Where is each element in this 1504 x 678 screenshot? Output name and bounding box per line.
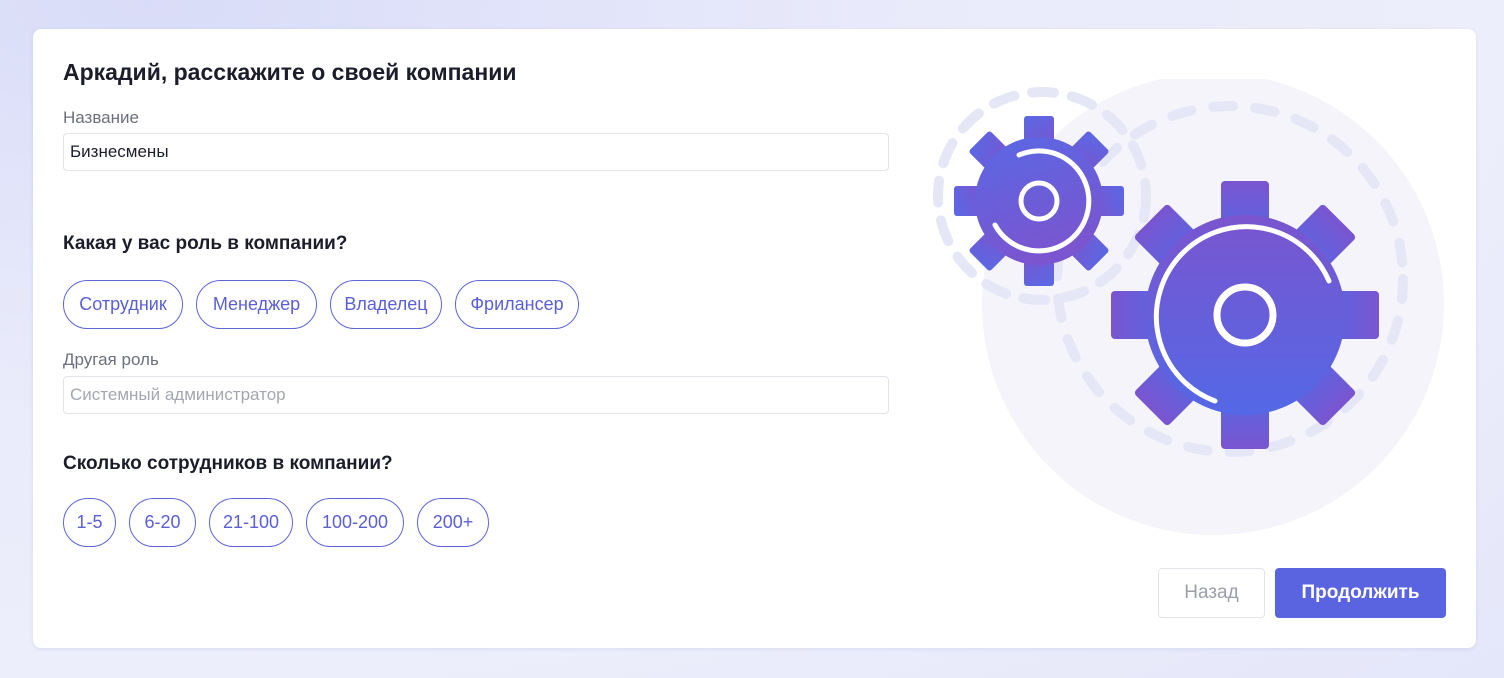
company-size-chip-group: 1-5 6-20 21-100 100-200 200+ xyxy=(63,498,489,547)
other-role-label: Другая роль xyxy=(63,350,159,369)
company-info-card: Аркадий, расскажите о своей компании Наз… xyxy=(33,29,1476,648)
size-chip-200-plus[interactable]: 200+ xyxy=(417,498,489,547)
role-heading: Какая у вас роль в компании? xyxy=(63,233,348,254)
size-chip-1-5[interactable]: 1-5 xyxy=(63,498,116,547)
continue-button[interactable]: Продолжить xyxy=(1275,568,1446,618)
company-size-heading: Сколько сотрудников в компании? xyxy=(63,453,393,474)
company-name-label: Название xyxy=(63,108,139,127)
size-chip-6-20[interactable]: 6-20 xyxy=(129,498,196,547)
role-chip-freelancer[interactable]: Фрилансер xyxy=(455,280,579,329)
gears-icon xyxy=(933,79,1444,535)
page-title: Аркадий, расскажите о своей компании xyxy=(63,59,517,85)
large-gear xyxy=(1111,181,1379,449)
role-chip-employee[interactable]: Сотрудник xyxy=(63,280,183,329)
size-chip-100-200[interactable]: 100-200 xyxy=(306,498,404,547)
role-chip-group: Сотрудник Менеджер Владелец Фрилансер xyxy=(63,280,579,329)
role-chip-owner[interactable]: Владелец xyxy=(330,280,442,329)
size-chip-21-100[interactable]: 21-100 xyxy=(209,498,293,547)
back-button[interactable]: Назад xyxy=(1158,568,1265,618)
company-name-input[interactable] xyxy=(63,133,889,171)
other-role-input[interactable] xyxy=(63,376,889,414)
role-chip-manager[interactable]: Менеджер xyxy=(196,280,317,329)
small-gear xyxy=(954,116,1124,286)
